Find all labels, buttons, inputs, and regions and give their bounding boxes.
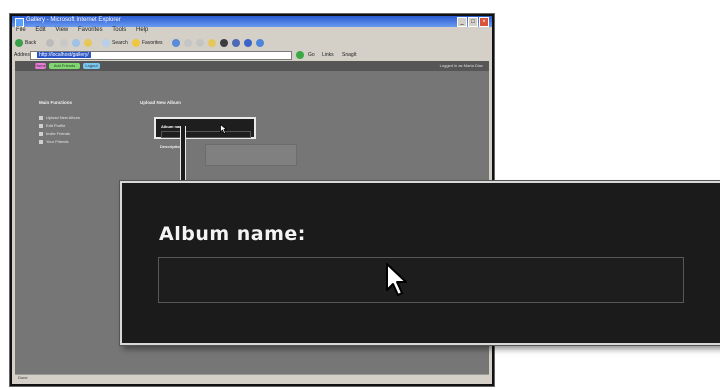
research-icon[interactable] [244, 39, 252, 47]
album-icon [39, 115, 43, 120]
messenger-icon[interactable] [232, 39, 240, 47]
mouse-cursor-icon-large [386, 263, 407, 296]
menu-view[interactable]: View [55, 27, 68, 33]
album-name-label: Album name: [159, 223, 306, 245]
album-name-input[interactable] [158, 257, 684, 303]
browser-icon [15, 18, 24, 27]
favorites-label[interactable]: Favorites [142, 40, 163, 46]
menu-bar: File Edit View Favorites Tools Help [12, 27, 492, 36]
menu-file[interactable]: File [16, 27, 26, 33]
home-icon[interactable] [84, 39, 92, 47]
address-value: http://localhost/gallery/ [37, 52, 91, 58]
logout-pill[interactable]: Logout [83, 63, 100, 69]
forward-icon[interactable] [46, 39, 54, 47]
refresh-icon[interactable] [72, 39, 80, 47]
home-pill[interactable]: Home [35, 63, 46, 69]
address-bar: Address http://localhost/gallery/ Go Lin… [12, 50, 492, 60]
search-label[interactable]: Search [112, 40, 128, 46]
invite-icon [39, 131, 43, 136]
friends-icon [39, 139, 43, 144]
status-text: Done [18, 375, 28, 380]
history-icon[interactable] [172, 39, 180, 47]
menu-edit[interactable]: Edit [35, 27, 45, 33]
sidebar-item-edit-profile[interactable]: Edit Profile [39, 123, 65, 128]
stop-icon[interactable] [60, 39, 68, 47]
back-label[interactable]: Back [25, 40, 36, 46]
snagit-label[interactable]: SnagIt [342, 52, 356, 58]
browser-toolbar: Back Search Favorites [12, 37, 492, 49]
zoom-callout: Album name: [120, 181, 720, 345]
menu-help[interactable]: Help [136, 27, 148, 33]
close-button[interactable]: × [479, 17, 489, 27]
favorites-icon[interactable] [132, 39, 140, 47]
sidebar-item-upload-album[interactable]: Upload New Album [39, 115, 80, 120]
tools-icon[interactable] [256, 39, 264, 47]
description-input[interactable] [205, 144, 297, 166]
search-icon[interactable] [102, 39, 110, 47]
mail-icon[interactable] [184, 39, 192, 47]
go-button-icon[interactable] [296, 51, 304, 59]
maximize-button[interactable]: □ [468, 17, 478, 27]
menu-favorites[interactable]: Favorites [78, 27, 103, 33]
callout-connector [180, 126, 186, 184]
sidebar-item-your-friends[interactable]: Your Friends [39, 139, 69, 144]
go-label[interactable]: Go [308, 52, 315, 58]
album-name-input-small[interactable] [161, 131, 251, 138]
sidebar-item-invite-friends[interactable]: Invite Friends [39, 131, 70, 136]
album-name-highlight: Album name: [154, 117, 256, 139]
status-bar: Done [15, 374, 489, 381]
edit-icon[interactable] [208, 39, 216, 47]
title-bar: Gallery - Microsoft Internet Explorer _ … [12, 16, 492, 27]
mouse-cursor-icon [220, 124, 227, 134]
signed-in-text: Logged in as Marta Diaz [439, 63, 483, 68]
back-icon[interactable] [15, 39, 23, 47]
profile-icon [39, 123, 43, 128]
links-label[interactable]: Links [322, 52, 334, 58]
form-title: Upload New Album [140, 100, 181, 105]
window-title: Gallery - Microsoft Internet Explorer [26, 17, 121, 23]
sidebar-title: Main Functions [39, 100, 72, 105]
site-topbar: Home Add Friends Logout Logged in as Mar… [15, 61, 489, 71]
add-friends-pill[interactable]: Add Friends [49, 63, 80, 69]
print-icon[interactable] [196, 39, 204, 47]
menu-tools[interactable]: Tools [112, 27, 126, 33]
address-input[interactable]: http://localhost/gallery/ [30, 51, 292, 60]
discuss-icon[interactable] [220, 39, 228, 47]
window-controls: _ □ × [457, 17, 489, 27]
minimize-button[interactable]: _ [457, 17, 467, 27]
